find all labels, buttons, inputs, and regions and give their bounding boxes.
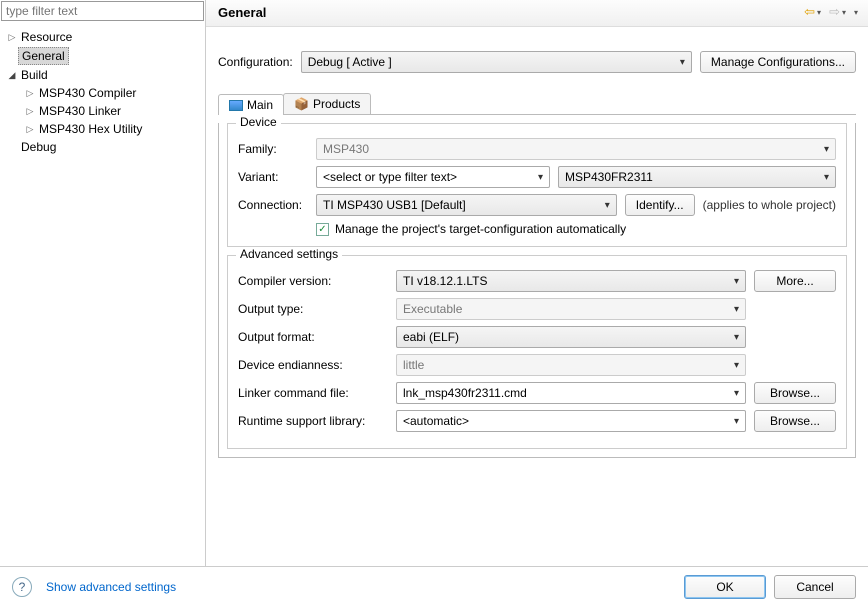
compiler-version-label: Compiler version: bbox=[238, 274, 388, 288]
help-icon[interactable]: ? bbox=[12, 577, 32, 597]
tree-label: MSP430 Linker bbox=[36, 103, 124, 119]
identify-button[interactable]: Identify... bbox=[625, 194, 695, 216]
tree-item-msp430-compiler[interactable]: MSP430 Compiler bbox=[22, 84, 201, 102]
chevron-right-icon[interactable] bbox=[24, 105, 36, 117]
family-label: Family: bbox=[238, 142, 308, 156]
forward-menu-icon[interactable]: ▾ bbox=[842, 8, 846, 17]
tree-label: Debug bbox=[18, 139, 59, 155]
applies-note: (applies to whole project) bbox=[703, 198, 836, 212]
tab-panel-main: Device Family: MSP430 Variant: <select o… bbox=[218, 123, 856, 458]
chevron-down-icon[interactable] bbox=[6, 69, 18, 81]
tab-label: Products bbox=[313, 97, 360, 111]
nav-tree: Resource General Build MSP430 Compiler M… bbox=[0, 22, 205, 566]
content-pane: General ⇦ ▾ ⇨ ▾ ▾ Configuration: Debug [… bbox=[206, 0, 868, 566]
runtime-browse-button[interactable]: Browse... bbox=[754, 410, 836, 432]
page-title: General bbox=[218, 5, 266, 20]
footer: ? Show advanced settings OK Cancel bbox=[0, 566, 868, 607]
device-group: Device Family: MSP430 Variant: <select o… bbox=[227, 123, 847, 247]
tree-item-msp430-hex[interactable]: MSP430 Hex Utility bbox=[22, 120, 201, 138]
tree-item-general[interactable]: General bbox=[4, 46, 201, 66]
sidebar: Resource General Build MSP430 Compiler M… bbox=[0, 0, 206, 566]
window-icon bbox=[229, 100, 243, 111]
compiler-version-select[interactable]: TI v18.12.1.LTS bbox=[396, 270, 746, 292]
linker-file-select[interactable]: lnk_msp430fr2311.cmd bbox=[396, 382, 746, 404]
cancel-button[interactable]: Cancel bbox=[774, 575, 856, 599]
filter-input[interactable] bbox=[1, 1, 204, 21]
nav-icons: ⇦ ▾ ⇨ ▾ ▾ bbox=[804, 4, 858, 20]
tree-label: MSP430 Hex Utility bbox=[36, 121, 145, 137]
tab-products[interactable]: 📦 Products bbox=[283, 93, 371, 114]
runtime-lib-select[interactable]: <automatic> bbox=[396, 410, 746, 432]
back-menu-icon[interactable]: ▾ bbox=[817, 8, 821, 17]
tab-main[interactable]: Main bbox=[218, 94, 284, 115]
output-format-select[interactable]: eabi (ELF) bbox=[396, 326, 746, 348]
runtime-lib-label: Runtime support library: bbox=[238, 414, 388, 428]
chevron-right-icon[interactable] bbox=[24, 123, 36, 135]
variant-label: Variant: bbox=[238, 170, 308, 184]
configuration-select[interactable]: Debug [ Active ] bbox=[301, 51, 692, 73]
tree-label: General bbox=[18, 47, 69, 65]
tab-bar: Main 📦 Products bbox=[218, 93, 856, 115]
linker-browse-button[interactable]: Browse... bbox=[754, 382, 836, 404]
endianness-label: Device endianness: bbox=[238, 358, 388, 372]
more-button[interactable]: More... bbox=[754, 270, 836, 292]
tree-label: Build bbox=[18, 67, 51, 83]
show-advanced-link[interactable]: Show advanced settings bbox=[46, 580, 176, 594]
connection-select[interactable]: TI MSP430 USB1 [Default] bbox=[316, 194, 617, 216]
output-format-label: Output format: bbox=[238, 330, 388, 344]
configuration-row: Configuration: Debug [ Active ] Manage C… bbox=[218, 51, 856, 73]
tree-item-msp430-linker[interactable]: MSP430 Linker bbox=[22, 102, 201, 120]
advanced-group: Advanced settings Compiler version: TI v… bbox=[227, 255, 847, 449]
package-icon: 📦 bbox=[294, 97, 309, 111]
view-menu-icon[interactable]: ▾ bbox=[854, 8, 858, 17]
tree-item-resource[interactable]: Resource bbox=[4, 28, 201, 46]
manage-config-label: Manage the project's target-configuratio… bbox=[335, 222, 626, 236]
ok-button[interactable]: OK bbox=[684, 575, 766, 599]
output-type-label: Output type: bbox=[238, 302, 388, 316]
linker-file-label: Linker command file: bbox=[238, 386, 388, 400]
configuration-label: Configuration: bbox=[218, 55, 293, 69]
chevron-right-icon[interactable] bbox=[24, 87, 36, 99]
back-arrow-icon[interactable]: ⇦ bbox=[804, 4, 815, 20]
tree-label: Resource bbox=[18, 29, 75, 45]
variant-select[interactable]: MSP430FR2311 bbox=[558, 166, 836, 188]
tree-item-debug[interactable]: Debug bbox=[4, 138, 201, 156]
tree-label: MSP430 Compiler bbox=[36, 85, 139, 101]
manage-configurations-button[interactable]: Manage Configurations... bbox=[700, 51, 856, 73]
forward-arrow-icon[interactable]: ⇨ bbox=[829, 4, 840, 20]
group-title: Advanced settings bbox=[236, 247, 342, 261]
variant-filter-input[interactable]: <select or type filter text> bbox=[316, 166, 550, 188]
chevron-right-icon[interactable] bbox=[6, 31, 18, 43]
connection-label: Connection: bbox=[238, 198, 308, 212]
group-title: Device bbox=[236, 115, 281, 129]
tab-label: Main bbox=[247, 98, 273, 112]
family-select: MSP430 bbox=[316, 138, 836, 160]
output-type-select: Executable bbox=[396, 298, 746, 320]
tree-item-build[interactable]: Build bbox=[4, 66, 201, 84]
manage-config-checkbox[interactable]: ✓ bbox=[316, 223, 329, 236]
endianness-select: little bbox=[396, 354, 746, 376]
content-header: General ⇦ ▾ ⇨ ▾ ▾ bbox=[206, 0, 868, 27]
